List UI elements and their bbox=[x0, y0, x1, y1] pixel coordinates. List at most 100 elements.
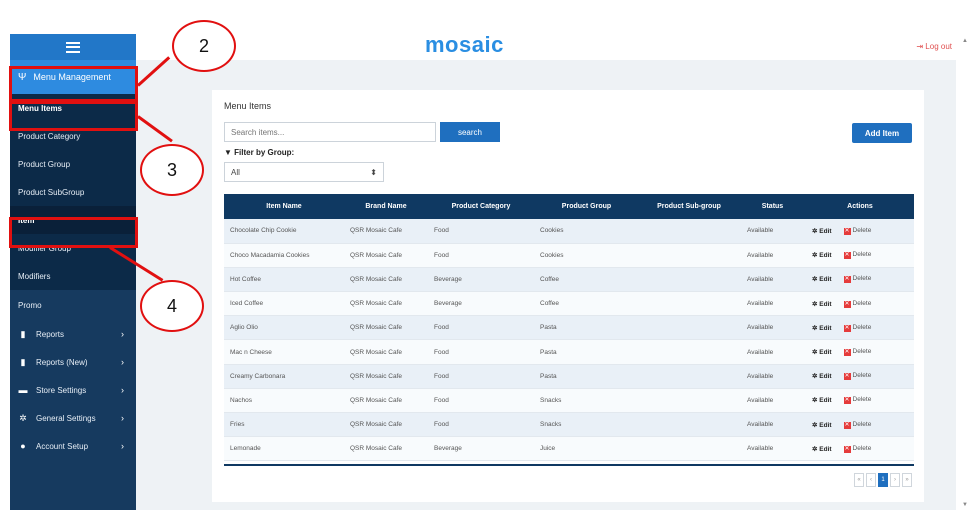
col-item-name[interactable]: Item Name bbox=[224, 194, 344, 219]
edit-button[interactable]: ✲ Edit bbox=[812, 445, 832, 453]
delete-label: Delete bbox=[852, 420, 872, 428]
delete-label: Delete bbox=[852, 299, 872, 307]
delete-button[interactable]: ✕ Delete bbox=[843, 275, 871, 284]
sidebar-item-promo[interactable]: Promo bbox=[10, 290, 136, 320]
page-first[interactable]: « bbox=[854, 473, 864, 487]
delete-icon: ✕ bbox=[843, 445, 851, 453]
scroll-up-icon[interactable]: ▲ bbox=[962, 38, 968, 44]
group-filter-select[interactable]: All ⬍ bbox=[224, 162, 384, 182]
product-subgroup-cell bbox=[639, 316, 739, 340]
gear-icon: ✲ bbox=[812, 300, 818, 308]
product-subgroup-cell bbox=[639, 219, 739, 243]
delete-button[interactable]: ✕ Delete bbox=[843, 396, 871, 405]
select-arrows-icon: ⬍ bbox=[370, 167, 377, 177]
sidebar-item-account-setup[interactable]: ● Account Setup › bbox=[10, 432, 136, 460]
search-input[interactable] bbox=[224, 122, 436, 142]
edit-button[interactable]: ✲ Edit bbox=[812, 421, 832, 429]
filter-label-text: Filter by Group: bbox=[234, 148, 295, 157]
edit-label: Edit bbox=[819, 276, 832, 284]
chevron-right-icon: › bbox=[121, 357, 124, 367]
edit-button[interactable]: ✲ Edit bbox=[812, 372, 832, 380]
product-group-cell: Pasta bbox=[540, 372, 557, 380]
delete-button[interactable]: ✕ Delete bbox=[843, 251, 871, 260]
page-prev[interactable]: ‹ bbox=[866, 473, 876, 487]
gear-icon: ✲ bbox=[812, 349, 818, 357]
edit-button[interactable]: ✲ Edit bbox=[812, 227, 832, 235]
table-row[interactable]: Fries QSR Mosaic Cafe Food Snacks Available ✲… bbox=[224, 412, 914, 437]
sidebar-toggle[interactable] bbox=[10, 34, 136, 60]
product-subgroup-cell bbox=[639, 413, 739, 437]
logout-label: Log out bbox=[925, 42, 952, 51]
table-row[interactable]: Chocolate Chip Cookie QSR Mosaic Cafe Food… bbox=[224, 219, 914, 244]
table-row[interactable]: Iced Coffee QSR Mosaic Cafe Beverage Coffee… bbox=[224, 291, 914, 316]
logout-link[interactable]: ⇥ Log out bbox=[916, 42, 952, 51]
table-row[interactable]: Lemonade QSR Mosaic Cafe Beverage Juice Avai… bbox=[224, 436, 914, 461]
delete-button[interactable]: ✕ Delete bbox=[843, 348, 872, 357]
delete-button[interactable]: ✕ Delete bbox=[843, 299, 872, 308]
sidebar-item-reports[interactable]: ▮ Reports › bbox=[10, 320, 136, 348]
edit-button[interactable]: ✲ Edit bbox=[812, 275, 832, 283]
filter-label: ▼ Filter by Group: bbox=[224, 148, 294, 157]
page-1[interactable]: 1 bbox=[878, 473, 888, 487]
sidebar-item-product-subgroup[interactable]: Product SubGroup bbox=[10, 178, 136, 206]
delete-label: Delete bbox=[852, 444, 872, 452]
delete-button[interactable]: ✕ Delete bbox=[843, 323, 872, 332]
sidebar-item-store-settings[interactable]: ▬ Store Settings › bbox=[10, 376, 136, 404]
sidebar-item-general-settings[interactable]: ✲ General Settings › bbox=[10, 404, 136, 432]
col-product-subgroup[interactable]: Product Sub-group bbox=[639, 194, 739, 219]
table-row[interactable]: Creamy Carbonara QSR Mosaic Cafe Food Pasta… bbox=[224, 364, 914, 389]
edit-button[interactable]: ✲ Edit bbox=[812, 300, 832, 308]
product-category-cell: Beverage bbox=[434, 300, 462, 308]
delete-button[interactable]: ✕ Delete bbox=[843, 227, 871, 235]
status-cell: Available bbox=[747, 324, 774, 332]
edit-label: Edit bbox=[819, 421, 832, 429]
delete-icon: ✕ bbox=[843, 276, 851, 284]
col-status[interactable]: Status bbox=[739, 194, 806, 219]
sidebar-item-product-group[interactable]: Product Group bbox=[10, 150, 136, 178]
edit-button[interactable]: ✲ Edit bbox=[812, 251, 832, 259]
item-name-cell: Aglio Olio bbox=[230, 324, 258, 332]
hamburger-icon bbox=[66, 41, 80, 53]
sidebar-item-modifiers[interactable]: Modifiers bbox=[10, 262, 136, 290]
delete-label: Delete bbox=[852, 323, 872, 331]
edit-button[interactable]: ✲ Edit bbox=[812, 324, 832, 332]
brand-name-cell: QSR Mosaic Cafe bbox=[350, 251, 403, 259]
table-row[interactable]: Nachos QSR Mosaic Cafe Food Snacks Available… bbox=[224, 388, 914, 413]
table-row[interactable]: Hot Coffee QSR Mosaic Cafe Beverage Coffee A… bbox=[224, 267, 914, 292]
status-cell: Available bbox=[747, 445, 774, 453]
table-row[interactable]: Aglio Olio QSR Mosaic Cafe Food Pasta Availa… bbox=[224, 315, 914, 340]
scrollbar[interactable]: ▲ ▼ bbox=[962, 38, 968, 508]
gear-icon: ✲ bbox=[812, 227, 818, 235]
items-table: Item Name Brand Name Product Category Pr… bbox=[224, 194, 914, 461]
add-item-button[interactable]: Add Item bbox=[852, 123, 912, 143]
edit-label: Edit bbox=[819, 397, 832, 405]
col-product-group[interactable]: Product Group bbox=[534, 194, 639, 219]
delete-label: Delete bbox=[852, 372, 872, 380]
page-title: Menu Items bbox=[224, 101, 272, 111]
page-last[interactable]: » bbox=[902, 473, 912, 487]
delete-button[interactable]: ✕ Delete bbox=[843, 372, 872, 381]
product-subgroup-cell bbox=[639, 267, 739, 291]
delete-button[interactable]: ✕ Delete bbox=[843, 444, 872, 453]
search-button[interactable]: search bbox=[440, 122, 500, 142]
edit-button[interactable]: ✲ Edit bbox=[812, 348, 832, 356]
col-brand-name[interactable]: Brand Name bbox=[344, 194, 428, 219]
gear-icon: ✲ bbox=[812, 397, 818, 405]
gear-icon: ✲ bbox=[812, 421, 818, 429]
edit-button[interactable]: ✲ Edit bbox=[812, 396, 832, 404]
sidebar-item-reports-new[interactable]: ▮ Reports (New) › bbox=[10, 348, 136, 376]
scroll-down-icon[interactable]: ▼ bbox=[962, 502, 968, 508]
delete-button[interactable]: ✕ Delete bbox=[843, 420, 872, 429]
product-category-cell: Beverage bbox=[434, 275, 462, 283]
status-cell: Available bbox=[747, 421, 774, 429]
product-subgroup-cell bbox=[639, 292, 739, 316]
pagination: « ‹ 1 › » bbox=[854, 473, 912, 487]
status-cell: Available bbox=[747, 372, 774, 380]
product-subgroup-cell bbox=[639, 437, 739, 461]
delete-label: Delete bbox=[852, 348, 872, 356]
page-next[interactable]: › bbox=[890, 473, 900, 487]
table-row[interactable]: Choco Macadamia Cookies QSR Mosaic Cafe Fo… bbox=[224, 243, 914, 268]
col-product-category[interactable]: Product Category bbox=[428, 194, 534, 219]
table-row[interactable]: Mac n Cheese QSR Mosaic Cafe Food Pasta Avai… bbox=[224, 339, 914, 365]
store-settings-label: Store Settings bbox=[36, 385, 87, 395]
